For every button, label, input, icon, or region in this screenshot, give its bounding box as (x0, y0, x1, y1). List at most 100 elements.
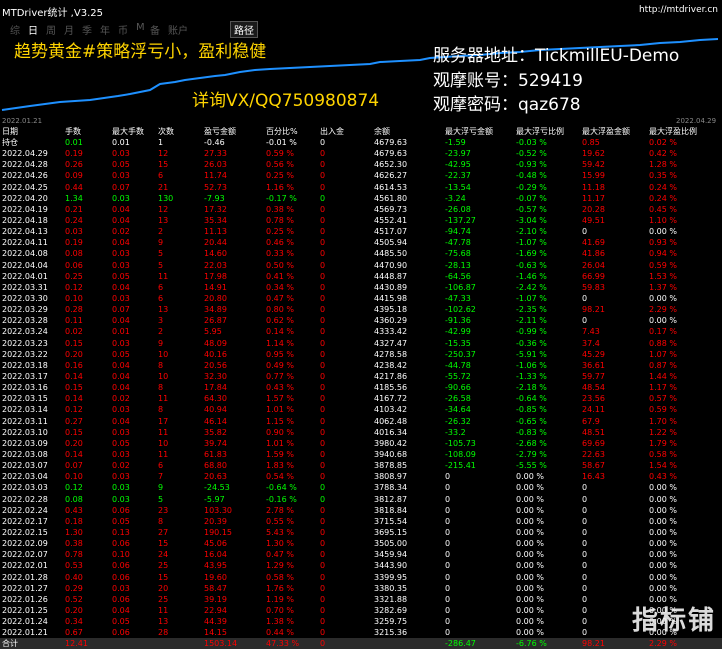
table-row[interactable]: 2022.03.23 0.15 0.03 9 48.09 1.14 % 0 4327.47 -1… (0, 338, 722, 349)
col-max-drawdown-pct[interactable]: 最大浮亏比例 (514, 126, 580, 137)
cell: 11.74 (204, 171, 227, 181)
table-row[interactable]: 2022.02.09 0.38 0.06 15 45.06 1.30 % 0 3505.00 0… (0, 538, 722, 549)
cell: 69.69 (582, 438, 605, 448)
tab-magic[interactable]: M (136, 22, 145, 33)
table-row[interactable]: 2022.03.28 0.11 0.04 3 26.87 0.62 % 0 4360.29 -9… (0, 315, 722, 326)
holding-row[interactable]: 持仓 0.01 0.01 1 -0.46 -0.01 % 0 4679.63 -1.59 -0.0… (0, 137, 722, 148)
table-row[interactable]: 2022.03.22 0.20 0.05 10 40.16 0.95 % 0 4278.58 -… (0, 349, 722, 360)
table-row[interactable]: 2022.02.01 0.53 0.06 25 43.95 1.29 % 0 3443.90 0… (0, 560, 722, 571)
cell: -1.07 % (516, 238, 547, 248)
col-max-lots[interactable]: 最大手数 (110, 126, 156, 137)
table-row[interactable]: 2022.03.10 0.15 0.03 11 35.82 0.90 % 0 4016.34 -… (0, 427, 722, 438)
cell: 0.00 % (516, 617, 544, 627)
cell: 0.00 % (649, 550, 677, 560)
cell: -2.11 % (516, 316, 547, 326)
col-max-drawdown[interactable]: 最大浮亏金额 (443, 126, 514, 137)
table-row[interactable]: 2022.03.31 0.12 0.04 6 14.91 0.34 % 0 4430.89 -1… (0, 282, 722, 293)
table-row[interactable]: 2022.04.29 0.19 0.03 12 27.33 0.59 % 0 4679.63 -… (0, 148, 722, 159)
cell: 0 (445, 594, 451, 604)
site-link[interactable]: http://mtdriver.cn (639, 5, 718, 15)
table-row[interactable]: 2022.03.16 0.15 0.04 8 17.84 0.43 % 0 4185.56 -9… (0, 382, 722, 393)
tab-quarter[interactable]: 季 (82, 22, 92, 37)
table-row[interactable]: 2022.04.20 1.34 0.03 130 -7.93 -0.17 % 0 4561.8… (0, 193, 722, 204)
col-max-floating-profit[interactable]: 最大浮盈金额 (580, 126, 647, 137)
cell: 0.77 % (266, 372, 294, 382)
cell: 4505.94 (374, 238, 408, 248)
table-row[interactable]: 2022.04.28 0.26 0.05 15 26.03 0.56 % 0 4652.30 -… (0, 159, 722, 170)
table-row[interactable]: 2022.01.21 0.67 0.06 28 14.15 0.44 % 0 3215.36 0… (0, 627, 722, 638)
col-profit[interactable]: 盈亏金额 (202, 126, 264, 137)
table-row[interactable]: 2022.03.17 0.14 0.04 10 32.30 0.77 % 0 4217.86 -… (0, 371, 722, 382)
table-row[interactable]: 2022.01.26 0.52 0.06 25 39.19 1.19 % 0 3321.88 0… (0, 594, 722, 605)
table-row[interactable]: 2022.03.24 0.02 0.01 2 5.95 0.14 % 0 4333.42 -42… (0, 326, 722, 337)
cell: 27.33 (204, 149, 227, 159)
cell: 3282.69 (374, 605, 408, 615)
cell: 4278.58 (374, 349, 408, 359)
table-row[interactable]: 2022.02.15 1.30 0.13 27 190.15 5.43 % 0 3695.15… (0, 527, 722, 538)
table-row[interactable]: 2022.03.07 0.07 0.02 6 68.80 1.83 % 0 3878.85 -2… (0, 460, 722, 471)
table-row[interactable]: 2022.04.13 0.03 0.02 2 11.13 0.25 % 0 4517.07 -9… (0, 226, 722, 237)
cell: 22.03 (204, 260, 227, 270)
cell: 4360.29 (374, 316, 408, 326)
table-row[interactable]: 2022.03.09 0.20 0.05 10 39.74 1.01 % 0 3980.42 -… (0, 438, 722, 449)
cell: 10 (158, 438, 169, 448)
total-row[interactable]: 合计 12.41 1503.14 47.33 % 0 -286.47 -6.76 % 98.2… (0, 638, 722, 649)
table-row[interactable]: 2022.03.29 0.28 0.07 13 34.89 0.80 % 0 4395.18 -… (0, 304, 722, 315)
table-row[interactable]: 2022.04.19 0.21 0.04 12 17.32 0.38 % 0 4569.73 -… (0, 204, 722, 215)
col-date[interactable]: 日期 (0, 126, 63, 137)
col-percent[interactable]: 百分比% (264, 126, 318, 137)
cell: 0.18 (65, 516, 83, 526)
col-balance[interactable]: 余额 (372, 126, 443, 137)
cell: 0 (445, 505, 451, 515)
cell: 0 (320, 405, 326, 415)
table-row[interactable]: 2022.03.03 0.12 0.03 9 -24.53 -0.64 % 0 3788.34… (0, 482, 722, 493)
cell: 52.73 (204, 182, 227, 192)
tab-currency[interactable]: 币 (118, 22, 128, 37)
tab-path[interactable]: 路径 (230, 21, 258, 38)
cell: 9 (158, 338, 164, 348)
table-row[interactable]: 2022.04.08 0.08 0.03 5 14.60 0.33 % 0 4485.50 -7… (0, 248, 722, 259)
col-lots[interactable]: 手数 (63, 126, 110, 137)
cell: 0.04 (112, 238, 130, 248)
cell: 0.20 (65, 605, 83, 615)
tab-year[interactable]: 年 (100, 22, 110, 37)
table-row[interactable]: 2022.01.28 0.40 0.06 15 19.60 0.58 % 0 3399.95 0… (0, 571, 722, 582)
table-row[interactable]: 2022.03.18 0.16 0.04 8 20.56 0.49 % 0 4238.42 -4… (0, 360, 722, 371)
cell: 3 (158, 316, 164, 326)
table-row[interactable]: 2022.01.24 0.34 0.05 13 44.39 1.38 % 0 3259.75 0… (0, 616, 722, 627)
table-row[interactable]: 2022.04.25 0.44 0.07 21 52.73 1.16 % 0 4614.53 -… (0, 182, 722, 193)
table-row[interactable]: 2022.04.26 0.09 0.03 6 11.74 0.25 % 0 4626.27 -2… (0, 170, 722, 181)
cell: 6 (158, 171, 164, 181)
table-row[interactable]: 2022.02.17 0.18 0.05 8 20.39 0.55 % 0 3715.54 0 0… (0, 516, 722, 527)
table-row[interactable]: 2022.03.30 0.10 0.03 6 20.80 0.47 % 0 4415.98 -4… (0, 293, 722, 304)
table-row[interactable]: 2022.02.28 0.08 0.03 5 -5.97 -0.16 % 0 3812.87 0… (0, 494, 722, 505)
cell: 0 (445, 527, 451, 537)
table-row[interactable]: 2022.01.27 0.29 0.03 20 58.47 1.76 % 0 3380.35 0… (0, 583, 722, 594)
tab-overall[interactable]: 综 (10, 22, 20, 37)
col-count[interactable]: 次数 (156, 126, 202, 137)
table-row[interactable]: 2022.02.24 0.43 0.06 23 103.30 2.78 % 0 3818.84… (0, 505, 722, 516)
col-deposit[interactable]: 出入金 (318, 126, 372, 137)
table-row[interactable]: 2022.04.04 0.06 0.03 5 22.03 0.50 % 0 4470.90 -2… (0, 260, 722, 271)
table-row[interactable]: 2022.03.04 0.10 0.03 7 20.63 0.54 % 0 3808.97 0 0… (0, 471, 722, 482)
cell: 0 (445, 539, 451, 549)
table-row[interactable]: 2022.03.08 0.14 0.03 11 61.83 1.59 % 0 3940.68 -… (0, 449, 722, 460)
table-row[interactable]: 2022.04.01 0.25 0.05 11 17.98 0.41 % 0 4448.87 -… (0, 271, 722, 282)
table-row[interactable]: 2022.03.14 0.12 0.03 8 40.94 1.01 % 0 4103.42 -3… (0, 404, 722, 415)
table-row[interactable]: 2022.02.07 0.78 0.10 24 16.04 0.47 % 0 3459.94 0… (0, 549, 722, 560)
table-row[interactable]: 2022.04.11 0.19 0.04 9 20.44 0.46 % 0 4505.94 -4… (0, 237, 722, 248)
table-row[interactable]: 2022.04.18 0.24 0.04 13 35.34 0.78 % 0 4552.41 -… (0, 215, 722, 226)
table-row[interactable]: 2022.01.25 0.20 0.04 11 22.94 0.70 % 0 3282.69 0… (0, 605, 722, 616)
table-row[interactable]: 2022.03.15 0.14 0.02 11 64.30 1.57 % 0 4167.72 -… (0, 393, 722, 404)
tab-account[interactable]: 账户 (168, 22, 188, 37)
cell: 0.78 % (266, 216, 294, 226)
col-max-floating-profit-pct[interactable]: 最大浮盈比例 (647, 126, 722, 137)
cell: 0.33 % (266, 249, 294, 259)
tab-day[interactable]: 日 (28, 22, 38, 37)
cell: 2022.01.25 (2, 605, 48, 615)
cell: 15 (158, 572, 169, 582)
tab-month[interactable]: 月 (64, 22, 74, 37)
tab-week[interactable]: 周 (46, 22, 56, 37)
tab-note[interactable]: 备 (150, 22, 160, 37)
table-row[interactable]: 2022.03.11 0.27 0.04 17 46.14 1.15 % 0 4062.48 -… (0, 416, 722, 427)
